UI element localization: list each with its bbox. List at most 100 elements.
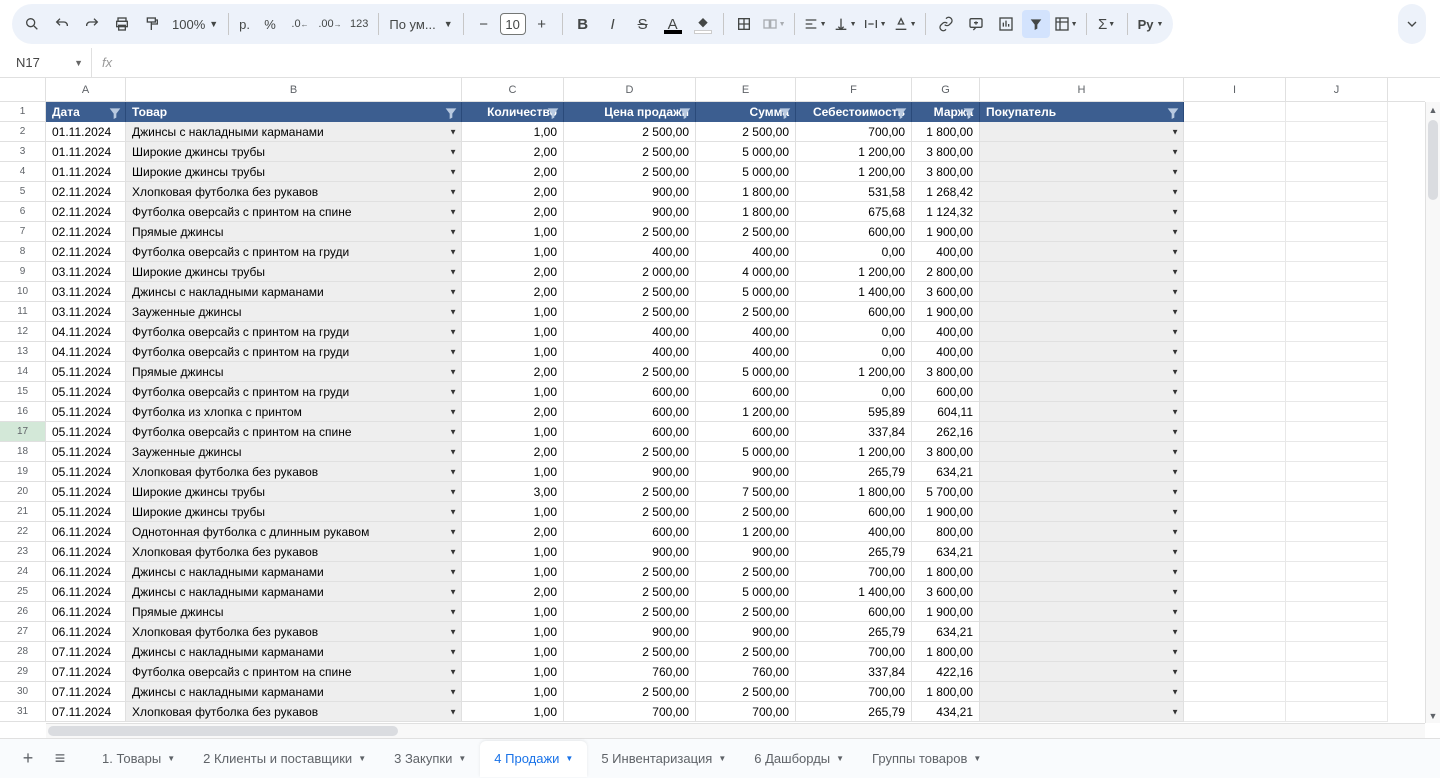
cell[interactable]: 1 900,00 — [912, 302, 980, 322]
cell[interactable]: 2 500,00 — [564, 302, 696, 322]
cell[interactable]: Футболка оверсайз с принтом на груди▼ — [126, 382, 462, 402]
cell[interactable]: ▼ — [980, 402, 1184, 422]
cell[interactable]: 1,00 — [462, 602, 564, 622]
cell[interactable]: 2 500,00 — [696, 642, 796, 662]
cell[interactable]: 1,00 — [462, 382, 564, 402]
cell[interactable]: 1 400,00 — [796, 582, 912, 602]
cell[interactable]: 2,00 — [462, 442, 564, 462]
cell[interactable]: 1 200,00 — [796, 262, 912, 282]
row-header-31[interactable]: 31 — [0, 702, 46, 722]
cell[interactable]: 1 800,00 — [796, 482, 912, 502]
cell[interactable]: 0,00 — [796, 322, 912, 342]
cell[interactable]: 1,00 — [462, 302, 564, 322]
col-header-A[interactable]: A — [46, 78, 126, 101]
cell[interactable]: 1,00 — [462, 542, 564, 562]
cell[interactable]: 700,00 — [796, 682, 912, 702]
cell[interactable]: 2,00 — [462, 142, 564, 162]
increase-decimal-button[interactable]: .00→ — [316, 10, 344, 38]
col-header-J[interactable]: J — [1286, 78, 1388, 101]
cell[interactable]: 2 500,00 — [564, 222, 696, 242]
cell[interactable]: ▼ — [980, 502, 1184, 522]
cell[interactable]: 1,00 — [462, 562, 564, 582]
cell[interactable]: 06.11.2024 — [46, 562, 126, 582]
cell[interactable]: Футболка оверсайз с принтом на спине▼ — [126, 422, 462, 442]
cell[interactable]: 1,00 — [462, 462, 564, 482]
cell[interactable]: 634,21 — [912, 542, 980, 562]
cell[interactable]: 600,00 — [564, 382, 696, 402]
cell[interactable]: 5 000,00 — [696, 162, 796, 182]
cell[interactable]: 600,00 — [796, 602, 912, 622]
merge-cells-button[interactable]: ▼ — [760, 10, 788, 38]
row-header-13[interactable]: 13 — [0, 342, 46, 362]
cell[interactable]: ▼ — [980, 422, 1184, 442]
cell[interactable]: ▼ — [980, 562, 1184, 582]
cell[interactable]: 2 500,00 — [564, 582, 696, 602]
cell[interactable]: 3 600,00 — [912, 282, 980, 302]
cell[interactable]: Футболка оверсайз с принтом на спине▼ — [126, 202, 462, 222]
cell[interactable]: 600,00 — [564, 402, 696, 422]
cell[interactable]: Хлопковая футболка без рукавов▼ — [126, 462, 462, 482]
cell[interactable]: 1 200,00 — [796, 442, 912, 462]
insert-link-button[interactable] — [932, 10, 960, 38]
cell[interactable]: Широкие джинсы трубы▼ — [126, 482, 462, 502]
cell[interactable]: 2 500,00 — [564, 482, 696, 502]
cell[interactable]: Широкие джинсы трубы▼ — [126, 262, 462, 282]
cell[interactable]: Прямые джинсы▼ — [126, 222, 462, 242]
row-header-17[interactable]: 17 — [0, 422, 46, 442]
cell[interactable]: ▼ — [980, 482, 1184, 502]
header-cell[interactable]: Цена продажи — [564, 102, 696, 122]
zoom-dropdown[interactable]: 100%▼ — [168, 17, 222, 32]
cell[interactable]: 2 500,00 — [564, 282, 696, 302]
cell[interactable]: ▼ — [980, 622, 1184, 642]
row-header-1[interactable]: 1 — [0, 102, 46, 122]
row-header-15[interactable]: 15 — [0, 382, 46, 402]
cell[interactable]: 2 500,00 — [696, 562, 796, 582]
cell[interactable]: 06.11.2024 — [46, 522, 126, 542]
row-header-10[interactable]: 10 — [0, 282, 46, 302]
cell[interactable]: 2 500,00 — [564, 502, 696, 522]
cell[interactable]: 06.11.2024 — [46, 582, 126, 602]
cell[interactable]: ▼ — [980, 122, 1184, 142]
cell[interactable]: 700,00 — [796, 642, 912, 662]
cell[interactable]: 1,00 — [462, 242, 564, 262]
fill-color-button[interactable] — [689, 10, 717, 38]
filter-button[interactable] — [1022, 10, 1050, 38]
undo-button[interactable] — [48, 10, 76, 38]
cell[interactable]: Широкие джинсы трубы▼ — [126, 502, 462, 522]
cell[interactable]: 1,00 — [462, 682, 564, 702]
cell[interactable]: ▼ — [980, 362, 1184, 382]
cell[interactable]: 604,11 — [912, 402, 980, 422]
cell[interactable]: 400,00 — [564, 322, 696, 342]
cell[interactable]: 03.11.2024 — [46, 262, 126, 282]
cell[interactable]: Футболка оверсайз с принтом на груди▼ — [126, 342, 462, 362]
cell[interactable]: Джинсы с накладными карманами▼ — [126, 282, 462, 302]
cell[interactable]: ▼ — [980, 682, 1184, 702]
cell[interactable]: Хлопковая футболка без рукавов▼ — [126, 622, 462, 642]
cell[interactable]: Прямые джинсы▼ — [126, 362, 462, 382]
cell[interactable]: ▼ — [980, 182, 1184, 202]
functions-button[interactable]: Σ▼ — [1093, 10, 1121, 38]
cell[interactable]: Прямые джинсы▼ — [126, 602, 462, 622]
cell[interactable]: 06.11.2024 — [46, 622, 126, 642]
cell[interactable]: 900,00 — [564, 462, 696, 482]
cell[interactable]: 700,00 — [696, 702, 796, 722]
cell[interactable]: 06.11.2024 — [46, 602, 126, 622]
cell[interactable]: 600,00 — [564, 422, 696, 442]
cell[interactable]: 1 900,00 — [912, 502, 980, 522]
row-header-19[interactable]: 19 — [0, 462, 46, 482]
cell[interactable]: 1 800,00 — [912, 562, 980, 582]
cell[interactable]: ▼ — [980, 442, 1184, 462]
col-header-G[interactable]: G — [912, 78, 980, 101]
sheet-tab[interactable]: 5 Инвентаризация▼ — [587, 741, 740, 777]
cell[interactable]: 2 500,00 — [564, 162, 696, 182]
cell[interactable]: 595,89 — [796, 402, 912, 422]
borders-button[interactable] — [730, 10, 758, 38]
cell[interactable]: 05.11.2024 — [46, 362, 126, 382]
cell[interactable]: 3 800,00 — [912, 442, 980, 462]
h-scroll-thumb[interactable] — [48, 726, 398, 736]
row-header-20[interactable]: 20 — [0, 482, 46, 502]
cell[interactable]: 1 268,42 — [912, 182, 980, 202]
cell[interactable]: 400,00 — [696, 242, 796, 262]
strikethrough-button[interactable]: S — [629, 10, 657, 38]
cell[interactable]: ▼ — [980, 262, 1184, 282]
